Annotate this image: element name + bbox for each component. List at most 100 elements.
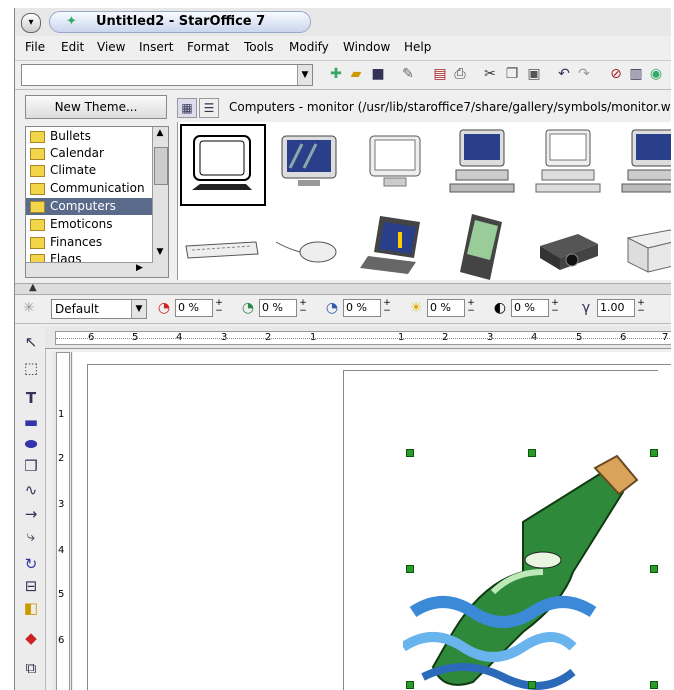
blue-spinner[interactable]: ◔ 0 % + − bbox=[323, 299, 395, 317]
menu-format[interactable]: Format bbox=[187, 40, 229, 54]
green-value[interactable]: 0 % bbox=[259, 299, 297, 317]
gallery-item-pda[interactable] bbox=[440, 208, 522, 286]
contrast-spin-arrows[interactable]: + − bbox=[549, 299, 561, 317]
theme-emoticons[interactable]: Emoticons bbox=[26, 216, 152, 233]
gallery-item-computer-plain[interactable] bbox=[526, 124, 608, 202]
drawing-canvas[interactable] bbox=[73, 352, 671, 690]
alignment-icon[interactable]: ⊟ bbox=[21, 576, 41, 596]
filter-icon[interactable]: ✳ bbox=[23, 300, 35, 316]
gallery-item-monitor-blue[interactable] bbox=[268, 124, 350, 202]
window-menu-button[interactable]: ▾ bbox=[21, 13, 41, 33]
theme-communication[interactable]: Communication bbox=[26, 180, 152, 197]
gamma-spinner[interactable]: γ 1.00 + − bbox=[577, 299, 671, 317]
collapse-gallery-icon[interactable]: ▲ bbox=[29, 282, 37, 293]
theme-list-vscrollbar[interactable]: ▲ ▼ bbox=[152, 127, 168, 277]
gallery-item-mouse[interactable] bbox=[268, 208, 350, 286]
rotate-tool-icon[interactable]: ↻ bbox=[21, 554, 41, 574]
red-spinner[interactable]: ◔ 0 % + − bbox=[155, 299, 227, 317]
gallery-item-projector[interactable] bbox=[526, 208, 608, 286]
selection-handle[interactable] bbox=[650, 565, 658, 573]
vertical-ruler[interactable]: 1 2 3 4 5 6 bbox=[53, 352, 72, 690]
gallery-item-monitor-plain[interactable] bbox=[354, 124, 436, 202]
open-icon[interactable]: ▰ bbox=[347, 65, 365, 83]
3d-object-icon[interactable]: ❒ bbox=[21, 456, 41, 476]
blue-value[interactable]: 0 % bbox=[343, 299, 381, 317]
edit-file-icon[interactable]: ✎ bbox=[399, 65, 417, 83]
url-combobox[interactable]: ▼ bbox=[21, 64, 313, 86]
selection-handle[interactable] bbox=[528, 449, 536, 457]
selection-handle[interactable] bbox=[406, 681, 414, 689]
theme-list-hscrollbar[interactable]: ▶ bbox=[26, 262, 153, 277]
scroll-thumb[interactable] bbox=[154, 147, 168, 185]
menu-help[interactable]: Help bbox=[404, 40, 431, 54]
detail-view-icon[interactable]: ☰ bbox=[199, 98, 219, 118]
ellipse-tool-icon[interactable]: ⬬ bbox=[21, 434, 41, 454]
copy-icon[interactable]: ❐ bbox=[503, 65, 521, 83]
paste-icon[interactable]: ▣ bbox=[525, 65, 543, 83]
brightness-spinner[interactable]: ☀ 0 % + − bbox=[407, 299, 479, 317]
graphics-mode-dropdown-icon[interactable]: ▼ bbox=[131, 300, 146, 318]
gallery-item-computer-blue-2[interactable] bbox=[612, 124, 671, 202]
curve-tool-icon[interactable]: ∿ bbox=[21, 480, 41, 500]
scroll-right-icon[interactable]: ▶ bbox=[136, 263, 148, 275]
scroll-down-icon[interactable]: ▼ bbox=[154, 247, 166, 259]
save-icon[interactable]: ■ bbox=[369, 65, 387, 83]
bottle-clipart[interactable] bbox=[403, 452, 643, 690]
line-tool-icon[interactable]: → bbox=[21, 504, 41, 524]
menu-file[interactable]: File bbox=[25, 40, 45, 54]
theme-calendar[interactable]: Calendar bbox=[26, 145, 152, 162]
blue-spin-arrows[interactable]: + − bbox=[381, 299, 393, 317]
graphics-mode-select[interactable]: Default ▼ bbox=[51, 299, 147, 319]
url-dropdown-button[interactable]: ▼ bbox=[297, 65, 312, 85]
gamma-value[interactable]: 1.00 bbox=[597, 299, 635, 317]
cut-icon[interactable]: ✂ bbox=[481, 65, 499, 83]
selection-handle[interactable] bbox=[406, 449, 414, 457]
gallery-item-printer[interactable] bbox=[612, 208, 671, 286]
arrange-icon[interactable]: ◧ bbox=[21, 598, 41, 618]
theme-computers[interactable]: Computers bbox=[26, 198, 152, 215]
menu-window[interactable]: Window bbox=[343, 40, 390, 54]
menu-view[interactable]: View bbox=[97, 40, 125, 54]
theme-bullets[interactable]: Bullets bbox=[26, 128, 152, 145]
zoom-icon[interactable]: ⬚ bbox=[21, 358, 41, 378]
navigator-icon[interactable]: ⊘ bbox=[607, 65, 625, 83]
menu-edit[interactable]: Edit bbox=[61, 40, 84, 54]
brightness-spin-arrows[interactable]: + − bbox=[465, 299, 477, 317]
menu-modify[interactable]: Modify bbox=[289, 40, 329, 54]
undo-icon[interactable]: ↶ bbox=[555, 65, 573, 83]
select-arrow-icon[interactable]: ↖ bbox=[21, 332, 41, 352]
horizontal-ruler[interactable]: 6 5 4 3 2 1 1 2 3 4 5 6 7 bbox=[45, 326, 671, 349]
data-sources-icon[interactable]: ◉ bbox=[647, 65, 665, 83]
gallery-splitter[interactable]: ▲ bbox=[15, 282, 671, 295]
theme-finances[interactable]: Finances bbox=[26, 234, 152, 251]
contrast-spinner[interactable]: ◐ 0 % + − bbox=[491, 299, 563, 317]
gallery-icon[interactable]: ▥ bbox=[627, 65, 645, 83]
gallery-item-computer-blue[interactable] bbox=[440, 124, 522, 202]
selection-handle[interactable] bbox=[406, 565, 414, 573]
scroll-up-icon[interactable]: ▲ bbox=[154, 128, 166, 140]
text-tool-icon[interactable]: T bbox=[21, 388, 41, 408]
contrast-value[interactable]: 0 % bbox=[511, 299, 549, 317]
gamma-spin-arrows[interactable]: + − bbox=[635, 299, 647, 317]
theme-climate[interactable]: Climate bbox=[26, 162, 152, 179]
red-value[interactable]: 0 % bbox=[175, 299, 213, 317]
connector-tool-icon[interactable]: ⤷ bbox=[21, 526, 41, 546]
new-theme-button[interactable]: New Theme... bbox=[25, 95, 167, 119]
insert-icon[interactable]: ◆ bbox=[21, 628, 41, 648]
green-spinner[interactable]: ◔ 0 % + − bbox=[239, 299, 311, 317]
selection-handle[interactable] bbox=[650, 681, 658, 689]
red-spin-arrows[interactable]: + − bbox=[213, 299, 225, 317]
print-icon[interactable]: ⎙ bbox=[451, 65, 469, 83]
3d-effects-icon[interactable]: ⧉ bbox=[21, 658, 41, 678]
redo-icon[interactable]: ↷ bbox=[575, 65, 593, 83]
selection-handle[interactable] bbox=[650, 449, 658, 457]
gallery-item-keyboard[interactable] bbox=[180, 208, 262, 286]
rectangle-tool-icon[interactable]: ▬ bbox=[21, 412, 41, 432]
selection-handle[interactable] bbox=[528, 681, 536, 689]
new-icon[interactable]: ✚ bbox=[327, 65, 345, 83]
gallery-item-laptop[interactable] bbox=[354, 208, 436, 286]
green-spin-arrows[interactable]: + − bbox=[297, 299, 309, 317]
menu-tools[interactable]: Tools bbox=[244, 40, 274, 54]
icon-view-icon[interactable]: ▦ bbox=[177, 98, 197, 118]
brightness-value[interactable]: 0 % bbox=[427, 299, 465, 317]
